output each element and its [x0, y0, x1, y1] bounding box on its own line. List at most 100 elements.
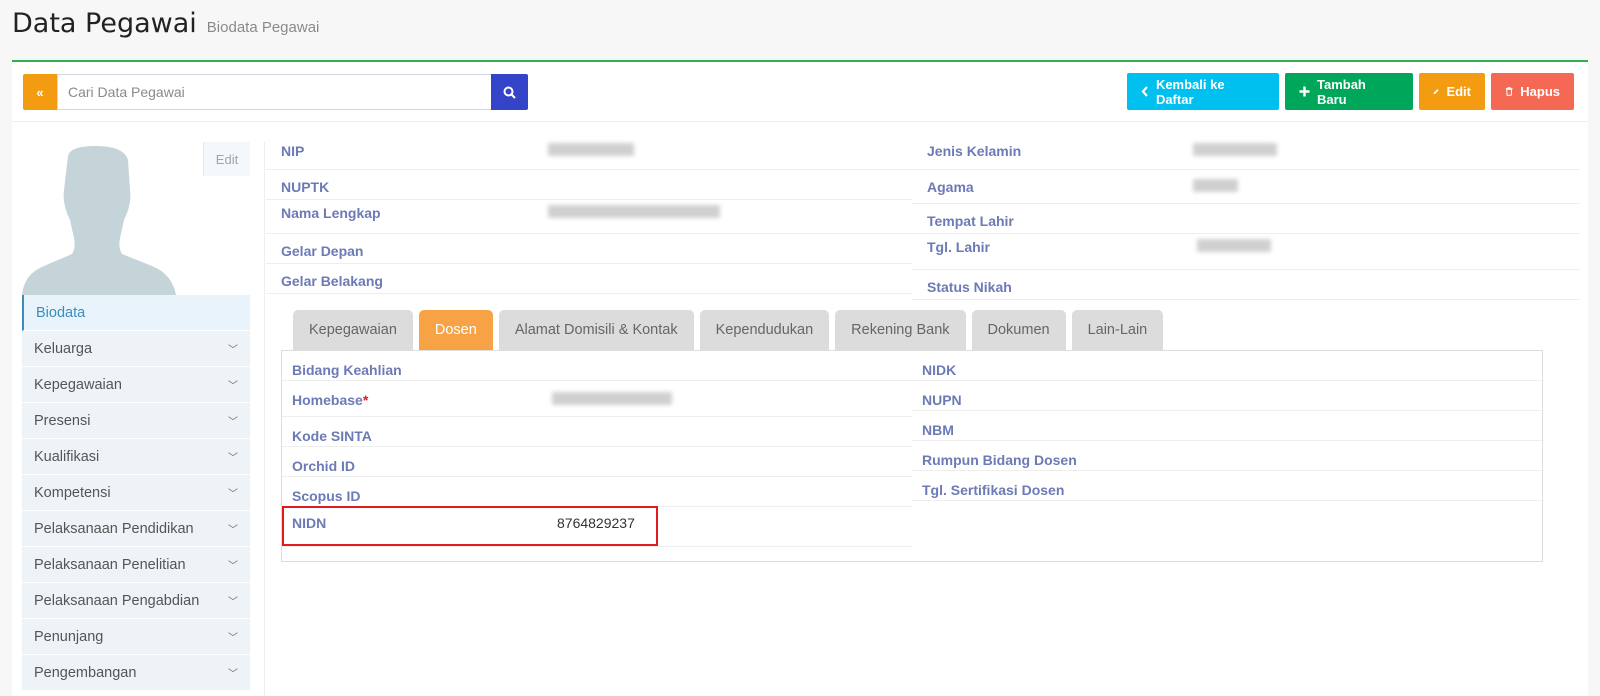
sidebar-item-kompetensi[interactable]: Kompetensi ﹀ — [22, 475, 250, 511]
tab-kependudukan[interactable]: Kependudukan — [699, 310, 830, 350]
sidebar-item-penunjang[interactable]: Penunjang ﹀ — [22, 619, 250, 655]
dosen-row: Orchid ID — [282, 447, 912, 477]
info-row: Tempat Lahir — [912, 204, 1580, 234]
edit-button[interactable]: Edit — [1419, 73, 1485, 110]
chevron-down-icon: ﹀ — [228, 345, 238, 356]
page-title: Data Pegawai — [12, 8, 197, 39]
tab-dosen[interactable]: Dosen — [418, 310, 493, 350]
add-new-button[interactable]: Tambah Baru — [1285, 73, 1413, 110]
nidn-highlight-box — [282, 506, 658, 546]
search-icon — [503, 86, 516, 99]
chevron-left-icon — [1141, 86, 1148, 97]
redacted-value — [1193, 179, 1238, 195]
tab-lain-lain[interactable]: Lain-Lain — [1071, 310, 1164, 350]
collapse-button[interactable]: « — [23, 74, 57, 110]
sidebar-item-keluarga[interactable]: Keluarga ﹀ — [22, 331, 250, 367]
sidebar-item-label: Kepegawaian — [34, 376, 122, 393]
page-header: Data Pegawai Biodata Pegawai — [12, 8, 319, 58]
dosen-row: NBM — [912, 411, 1544, 441]
info-left: NIP NUPTK Nama Lengkap Gelar Depan Gelar… — [266, 134, 912, 294]
add-new-label: Tambah Baru — [1316, 76, 1366, 107]
info-label: Status Nikah — [927, 279, 1012, 295]
dosen-label: Bidang Keahlian — [292, 362, 402, 378]
toolbar: « Kembali ke Daftar Tambah Baru Edit Hap… — [12, 62, 1588, 122]
redacted-value — [548, 205, 720, 221]
sidebar-item-pelaksanaan-pengabdian[interactable]: Pelaksanaan Pengabdian ﹀ — [22, 583, 250, 619]
sidebar-item-label: Pelaksanaan Penelitian — [34, 556, 186, 573]
tab-kepegawaian[interactable]: Kepegawaian — [293, 310, 413, 350]
sidebar-item-kualifikasi[interactable]: Kualifikasi ﹀ — [22, 439, 250, 475]
dosen-label: NIDK — [922, 362, 957, 378]
back-to-list-label: Kembali ke Daftar — [1155, 76, 1225, 107]
delete-label: Hapus — [1520, 84, 1560, 99]
sidebar-item-label: Kompetensi — [34, 484, 111, 501]
info-row: Gelar Depan — [266, 234, 912, 264]
back-to-list-button[interactable]: Kembali ke Daftar — [1127, 73, 1279, 110]
sidebar-menu: Biodata Keluarga ﹀ Kepegawaian ﹀ Presensi ﹀… — [22, 295, 250, 691]
edit-label: Edit — [1446, 84, 1471, 99]
chevron-down-icon: ﹀ — [228, 453, 238, 464]
sidebar-item-presensi[interactable]: Presensi ﹀ — [22, 403, 250, 439]
info-row: NIP — [266, 134, 912, 170]
info-label: Tgl. Lahir — [927, 239, 990, 255]
avatar-placeholder — [22, 146, 176, 295]
dosen-label: Rumpun Bidang Dosen — [922, 452, 1077, 468]
info-row: Jenis Kelamin — [912, 134, 1580, 170]
dosen-row: NUPN — [912, 381, 1544, 411]
dosen-label: NUPN — [922, 392, 962, 408]
info-label: Agama — [927, 179, 974, 195]
pencil-icon — [1433, 89, 1439, 95]
search-button[interactable] — [491, 74, 528, 110]
double-chevron-left-icon: « — [36, 84, 44, 100]
avatar-edit-button[interactable]: Edit — [203, 142, 250, 176]
sidebar-item-label: Biodata — [36, 304, 86, 321]
tab-bar: Kepegawaian Dosen Alamat Domisili & Kont… — [293, 310, 1164, 350]
info-row: Agama — [912, 170, 1580, 204]
dosen-label: Homebase* — [292, 392, 369, 408]
chevron-down-icon: ﹀ — [228, 381, 238, 392]
dosen-row: Scopus ID — [282, 477, 912, 507]
chevron-down-icon: ﹀ — [228, 597, 238, 608]
search-input[interactable] — [57, 74, 491, 110]
dosen-row: Homebase* — [282, 381, 912, 417]
sidebar-item-pengembangan[interactable]: Pengembangan ﹀ — [22, 655, 250, 691]
sidebar-item-biodata[interactable]: Biodata — [22, 295, 250, 331]
info-row: Tgl. Lahir — [912, 234, 1580, 270]
dosen-row: Tgl. Sertifikasi Dosen — [912, 471, 1544, 501]
dosen-row: NIDK — [912, 351, 1544, 381]
dosen-row: Rumpun Bidang Dosen — [912, 441, 1544, 471]
dosen-label: Orchid ID — [292, 458, 356, 474]
sidebar-item-kepegawaian[interactable]: Kepegawaian ﹀ — [22, 367, 250, 403]
sidebar-item-pelaksanaan-penelitian[interactable]: Pelaksanaan Penelitian ﹀ — [22, 547, 250, 583]
page-subtitle: Biodata Pegawai — [206, 19, 320, 36]
plus-icon — [1299, 86, 1310, 97]
delete-button[interactable]: Hapus — [1491, 73, 1574, 110]
sidebar-item-label: Pengembangan — [34, 664, 137, 681]
tab-rekening-bank[interactable]: Rekening Bank — [835, 310, 966, 350]
trash-icon — [1505, 87, 1513, 96]
action-buttons: Kembali ke Daftar Tambah Baru Edit Hapus — [1127, 73, 1574, 110]
chevron-down-icon: ﹀ — [228, 561, 238, 572]
dosen-right-column: NIDK NUPN NBM Rumpun Bidang Dosen Tgl. S… — [912, 351, 1544, 501]
info-label: NIP — [281, 143, 305, 159]
chevron-down-icon: ﹀ — [228, 669, 238, 680]
divider — [264, 142, 265, 696]
main-box: « Kembali ke Daftar Tambah Baru Edit Hap… — [12, 60, 1588, 696]
dosen-label: NBM — [922, 422, 954, 438]
sidebar-item-label: Keluarga — [34, 340, 93, 357]
sidebar-item-label: Kualifikasi — [34, 448, 100, 465]
info-right: Jenis Kelamin Agama Tempat Lahir Tgl. La… — [912, 134, 1580, 300]
info-label: Nama Lengkap — [281, 205, 381, 221]
dosen-row: Bidang Keahlian — [282, 351, 912, 381]
info-label: NUPTK — [281, 179, 330, 195]
sidebar-item-pelaksanaan-pendidikan[interactable]: Pelaksanaan Pendidikan ﹀ — [22, 511, 250, 547]
chevron-down-icon: ﹀ — [228, 525, 238, 536]
tab-alamat-domisili-kontak[interactable]: Alamat Domisili & Kontak — [498, 310, 694, 350]
info-label: Gelar Belakang — [281, 273, 383, 289]
info-label: Gelar Depan — [281, 243, 364, 259]
info-label: Jenis Kelamin — [927, 143, 1022, 159]
info-row: Nama Lengkap — [266, 200, 912, 234]
redacted-value — [552, 392, 672, 408]
tab-dokumen[interactable]: Dokumen — [971, 310, 1066, 350]
info-row: Gelar Belakang — [266, 264, 912, 294]
